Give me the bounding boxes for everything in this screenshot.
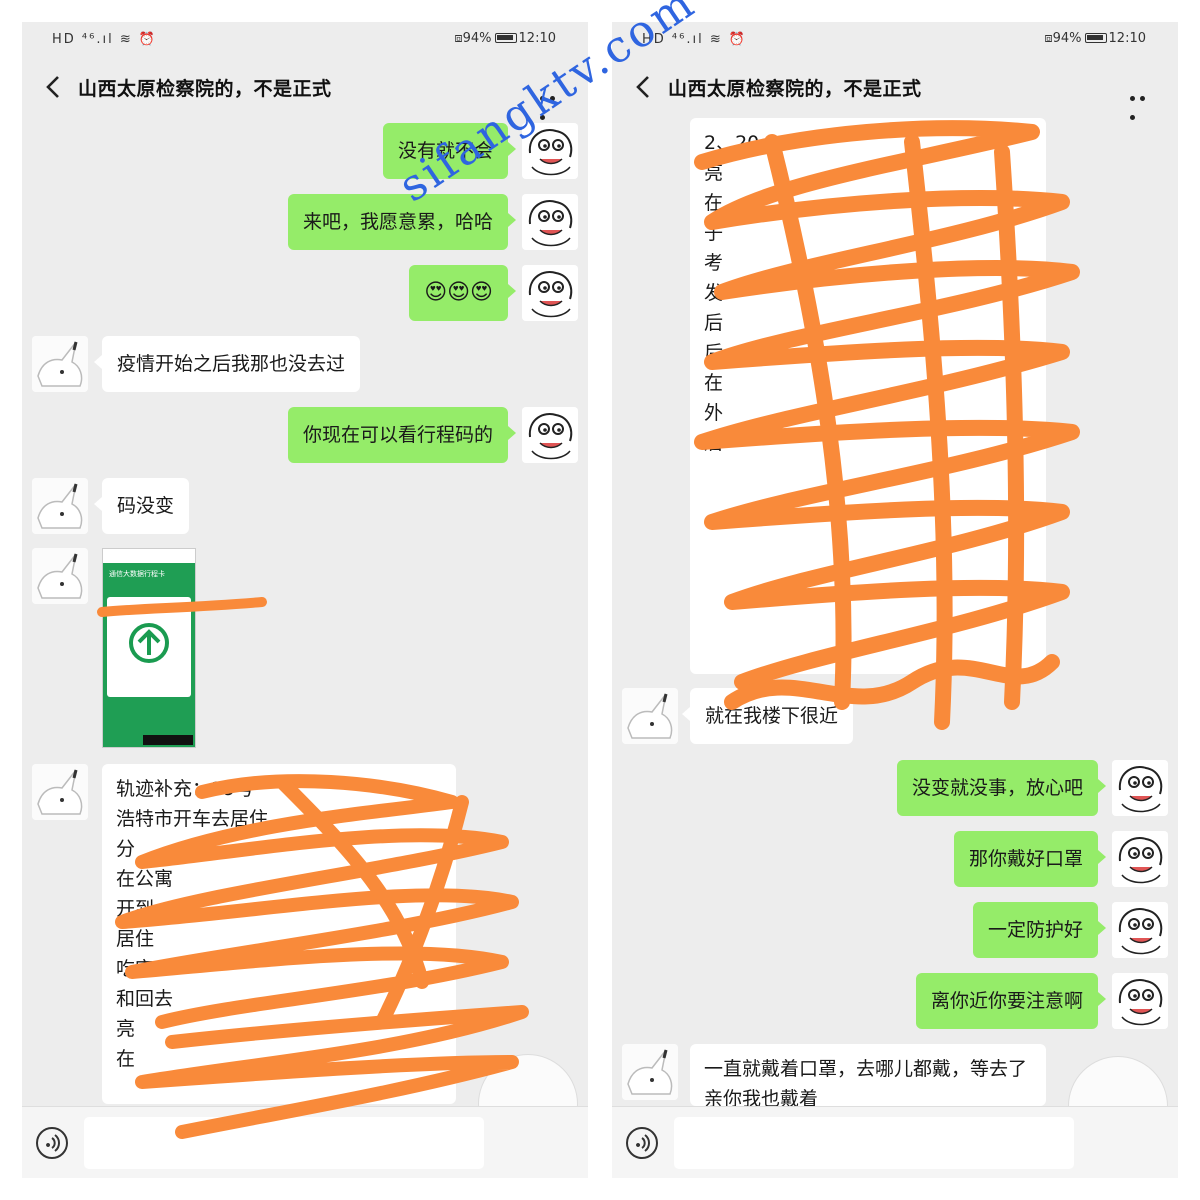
screenshot-collage: HD ⁴⁶.ıl ≋ ⏰ ⧈94% 12:10 山西太原检察院的，不是正式 没有就… xyxy=(0,0,1200,1200)
pikachu-avatar[interactable] xyxy=(622,688,678,744)
message-bubble[interactable]: 疫情开始之后我那也没去过 xyxy=(93,336,361,392)
card-body xyxy=(107,597,191,697)
crayon-avatar[interactable] xyxy=(522,265,578,321)
emoji-message-bubble[interactable]: 😍😍😍 xyxy=(409,265,516,321)
status-bar: HD ⁴⁶.ıl ≋ ⏰ ⧈94% 12:10 xyxy=(612,22,1178,58)
message-bubble[interactable]: 来吧，我愿意累，哈哈 xyxy=(287,194,517,250)
battery-percent: 94% xyxy=(1052,31,1082,46)
chat-title: 山西太原检察院的，不是正式 xyxy=(78,78,332,100)
chevron-left-icon[interactable] xyxy=(44,74,62,100)
trip-code-image[interactable]: 通信大数据行程卡 xyxy=(102,548,196,748)
battery-icon xyxy=(1084,33,1107,43)
message-bubble[interactable]: 一定防护好 xyxy=(972,902,1107,958)
more-dots-icon[interactable] xyxy=(1130,86,1158,120)
message-bubble[interactable]: 就在我楼下很近 xyxy=(681,688,854,744)
image-footer xyxy=(143,735,193,745)
signal-icons: HD ⁴⁶.ıl ≋ ⏰ xyxy=(52,32,158,47)
message-bubble[interactable]: 码没变 xyxy=(93,478,190,534)
clock: 12:10 xyxy=(518,31,556,46)
vibrate-icon: ⧈ xyxy=(454,31,463,46)
battery-percent: 94% xyxy=(462,31,492,46)
pikachu-avatar[interactable] xyxy=(32,764,88,820)
message-bubble[interactable]: 没变就没事，放心吧 xyxy=(896,760,1107,816)
crayon-avatar[interactable] xyxy=(1112,831,1168,887)
voice-icon[interactable] xyxy=(626,1127,658,1159)
input-bar xyxy=(612,1106,1178,1178)
message-bubble[interactable]: 一直就戴着口罩，去哪儿都戴，等去了亲你我也戴着 xyxy=(690,1044,1046,1106)
vibrate-icon: ⧈ xyxy=(1044,31,1053,46)
chat-title: 山西太原检察院的，不是正式 xyxy=(668,78,922,100)
clock: 12:10 xyxy=(1108,31,1146,46)
trajectory-message-continued[interactable]: 2、20 亮 在 子 考 发 后 后 在 外 后 xyxy=(690,118,1046,674)
message-bubble[interactable]: 离你近你要注意啊 xyxy=(915,973,1107,1029)
pikachu-avatar[interactable] xyxy=(32,478,88,534)
chat-header: 山西太原检察院的，不是正式 xyxy=(612,58,1178,120)
pikachu-avatar[interactable] xyxy=(32,336,88,392)
chat-screen-left: HD ⁴⁶.ıl ≋ ⏰ ⧈94% 12:10 山西太原检察院的，不是正式 没有就… xyxy=(22,22,588,1178)
green-arrow-icon xyxy=(129,623,169,663)
crayon-avatar[interactable] xyxy=(1112,760,1168,816)
pikachu-avatar[interactable] xyxy=(622,1044,678,1100)
input-bar xyxy=(22,1106,588,1178)
crayon-avatar[interactable] xyxy=(522,407,578,463)
voice-icon[interactable] xyxy=(36,1127,68,1159)
chat-screen-right: HD ⁴⁶.ıl ≋ ⏰ ⧈94% 12:10 山西太原检察院的，不是正式 2、2… xyxy=(612,22,1178,1178)
message-input[interactable] xyxy=(84,1117,484,1169)
status-right: ⧈94% 12:10 xyxy=(1044,31,1146,46)
pikachu-avatar[interactable] xyxy=(32,548,88,604)
crayon-avatar[interactable] xyxy=(522,194,578,250)
message-input[interactable] xyxy=(674,1117,1074,1169)
status-right: ⧈94% 12:10 xyxy=(454,31,556,46)
status-bar: HD ⁴⁶.ıl ≋ ⏰ ⧈94% 12:10 xyxy=(22,22,588,58)
card-header: 通信大数据行程卡 xyxy=(109,570,165,578)
crayon-avatar[interactable] xyxy=(1112,973,1168,1029)
message-bubble[interactable]: 那你戴好口罩 xyxy=(953,831,1107,887)
trajectory-message[interactable]: 轨迹补充：19号 浩特市开车去居住 分 在公寓 开到 居住 吃完 和回去 亮 在 xyxy=(102,764,456,1104)
battery-icon xyxy=(494,33,517,43)
message-bubble[interactable]: 你现在可以看行程码的 xyxy=(287,407,517,463)
chevron-left-icon[interactable] xyxy=(634,74,652,100)
crayon-avatar[interactable] xyxy=(1112,902,1168,958)
image-topbar xyxy=(103,549,195,563)
